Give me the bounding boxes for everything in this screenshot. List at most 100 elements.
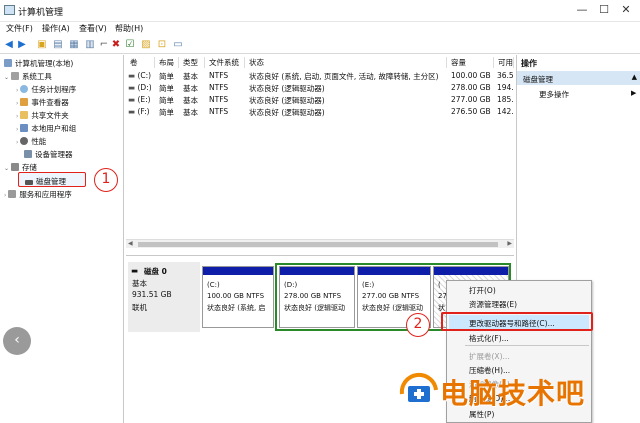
table-cell: 状态良好 (逻辑驱动器) (249, 96, 325, 105)
annotation-circle-1: 1 (94, 168, 118, 192)
table-cell: 基本 (183, 72, 198, 81)
table-cell: 276.50 GB (451, 107, 491, 116)
tree-item-event-viewer[interactable]: › 事件查看器 (16, 97, 69, 108)
partition-d[interactable]: (D:) 278.00 GB NTFS 状态良好 (逻辑驱动 (279, 266, 355, 328)
table-row[interactable]: ▬ (E:) (128, 95, 151, 104)
horizontal-scrollbar[interactable]: ◀ ▶ (126, 239, 514, 248)
properties-icon[interactable]: ▥ (84, 39, 96, 51)
table-cell: 简单 (159, 72, 174, 81)
tree-item-shared-folders[interactable]: › 共享文件夹 (16, 110, 69, 121)
minimize-button[interactable]: — (574, 3, 590, 16)
watermark-text: 电脑技术吧 (440, 377, 586, 410)
tree-item-disk-management[interactable]: 磁盘管理 (18, 172, 86, 187)
menu-bar: 文件(F) 操作(A) 查看(V) 帮助(H) (0, 22, 640, 36)
column-header-status[interactable]: 状态 (247, 57, 447, 68)
table-cell: 基本 (183, 84, 198, 93)
folder-up-icon[interactable]: ▣ (36, 39, 48, 51)
volume-table: 卷 布局 类型 文件系统 状态 容量 可用 ▬ (C:) 简单 基本 NTFS … (126, 55, 514, 248)
column-header-filesystem[interactable]: 文件系统 (207, 57, 245, 68)
more-actions-arrow-icon: ▶ (631, 89, 637, 97)
column-header-layout[interactable]: 布局 (157, 57, 179, 68)
partition-bar (203, 267, 273, 275)
table-cell: 142.4 (497, 107, 514, 116)
services-icon (8, 190, 17, 198)
tools-icon (10, 72, 19, 80)
menu-item-change-drive-letter[interactable]: 更改驱动器号和路径(C)... (469, 318, 555, 329)
more-actions-link[interactable]: 更多操作 (539, 89, 569, 100)
tree-item-device-manager[interactable]: 设备管理器 (24, 149, 73, 160)
show-tree-icon[interactable]: ▤ (52, 39, 64, 51)
actions-header: 操作 (521, 59, 537, 68)
partition-bar (434, 267, 508, 275)
menu-item-explorer[interactable]: 资源管理器(E) (469, 299, 517, 310)
tree-item-local-users[interactable]: › 本地用户和组 (16, 123, 76, 134)
help-icon[interactable]: ▦ (68, 39, 80, 51)
scroll-left-icon[interactable]: ‹ (3, 327, 31, 355)
disk-status: 联机 (132, 303, 147, 312)
menu-file[interactable]: 文件(F) (6, 23, 33, 34)
table-cell: 基本 (183, 108, 198, 117)
view-icon[interactable]: ▭ (172, 39, 184, 51)
column-header-volume[interactable]: 卷 (128, 57, 155, 68)
disk-info-panel[interactable]: ▬ 磁盘 0 基本 931.51 GB 联机 (128, 262, 200, 332)
tree-item-task-scheduler[interactable]: › 任务计划程序 (16, 84, 76, 95)
watermark-logo (398, 372, 440, 412)
menu-help[interactable]: 帮助(H) (115, 23, 143, 34)
menu-item-open[interactable]: 打开(O) (469, 285, 496, 296)
partition-label: (D:) (284, 281, 298, 289)
navigation-tree: 计算机管理(本地) ⌄ 系统工具 › 任务计划程序 › 事件查看器 › 共享文件… (0, 55, 124, 423)
collapse-up-icon[interactable]: ▲ (632, 73, 637, 81)
column-header-capacity[interactable]: 容量 (449, 57, 494, 68)
event-viewer-icon (20, 98, 29, 106)
table-cell: 194.2 (497, 83, 514, 92)
partition-c[interactable]: (C:) 100.00 GB NTFS 状态良好 (系统, 启 (202, 266, 274, 328)
scroll-thumb[interactable] (138, 242, 498, 247)
table-row[interactable]: ▬ (C:) (128, 71, 151, 80)
connect-icon[interactable]: ⌐ (98, 39, 110, 51)
table-cell: 状态良好 (逻辑驱动器) (249, 108, 325, 117)
forward-icon[interactable]: ▶ (16, 39, 28, 51)
menu-item-extend-volume[interactable]: 扩展卷(X)... (469, 351, 510, 362)
performance-icon (20, 137, 29, 145)
column-header-type[interactable]: 类型 (181, 57, 205, 68)
back-icon[interactable]: ◀ (3, 39, 15, 51)
menu-view[interactable]: 查看(V) (79, 23, 107, 34)
close-button[interactable]: ✕ (618, 3, 634, 16)
table-cell: 185.9 (497, 95, 514, 104)
tree-services[interactable]: › 服务和应用程序 (4, 189, 72, 200)
disk-size: 931.51 GB (132, 290, 172, 299)
partition-size: 277.00 GB NTFS (362, 292, 420, 300)
menu-action[interactable]: 操作(A) (42, 23, 70, 34)
tree-root[interactable]: 计算机管理(本地) (4, 58, 73, 69)
annotation-circle-2: 2 (406, 313, 430, 337)
table-cell: 简单 (159, 96, 174, 105)
tree-item-performance[interactable]: › 性能 (16, 136, 46, 147)
scroll-left-arrow-icon[interactable]: ◀ (128, 240, 133, 247)
column-header-free[interactable]: 可用 (496, 57, 514, 68)
table-cell: 状态良好 (逻辑驱动器) (249, 84, 325, 93)
shared-folder-icon (20, 111, 29, 119)
partition-label: ( (438, 281, 441, 289)
storage-icon (10, 163, 19, 171)
disk-icon (25, 180, 33, 185)
search-folder-icon[interactable]: ⊡ (156, 39, 168, 51)
partition-size: 278.00 GB NTFS (284, 292, 342, 300)
table-cell: NTFS (209, 71, 229, 80)
delete-icon[interactable]: ✖ (110, 39, 122, 51)
menu-item-format[interactable]: 格式化(F)... (469, 333, 509, 344)
toolbar: ◀ ▶ ▣ ▤ ▦ ▥ ⌐ ✖ ☑ ▨ ⊡ ▭ (0, 36, 640, 54)
partition-status: 状态良好 (逻辑驱动 (284, 304, 345, 312)
computer-icon (4, 59, 12, 67)
check-icon[interactable]: ☑ (124, 39, 136, 51)
actions-section-disk-management[interactable]: 磁盘管理 ▲ (517, 71, 640, 85)
scroll-right-arrow-icon[interactable]: ▶ (507, 240, 512, 247)
window-title: 计算机管理 (18, 8, 64, 18)
table-cell: 简单 (159, 84, 174, 93)
menu-separator (465, 345, 589, 346)
partition-label: (E:) (362, 281, 375, 289)
table-row[interactable]: ▬ (D:) (128, 83, 152, 92)
maximize-button[interactable]: ☐ (596, 3, 612, 16)
open-folder-icon[interactable]: ▨ (140, 39, 152, 51)
table-row[interactable]: ▬ (F:) (128, 107, 150, 116)
tree-system-tools[interactable]: ⌄ 系统工具 (4, 71, 52, 82)
